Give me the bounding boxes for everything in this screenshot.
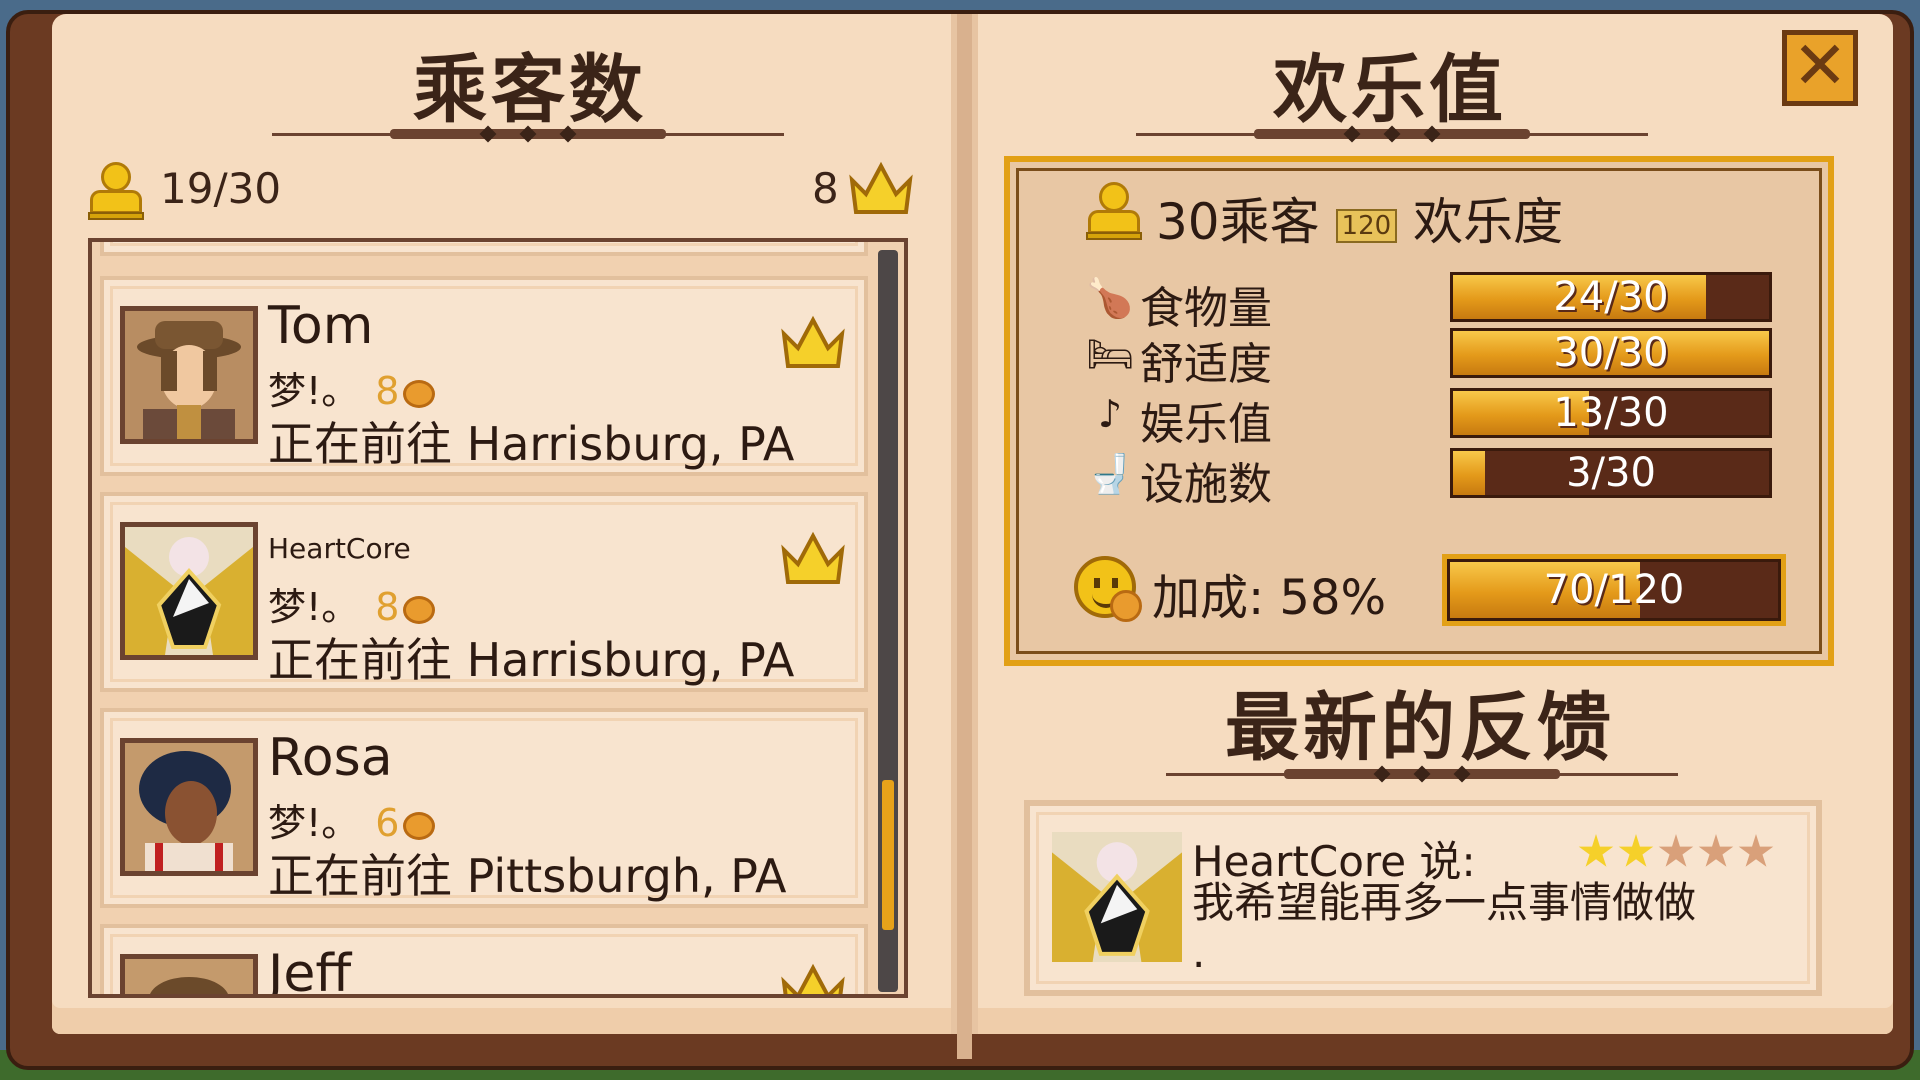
feedback-title: 最新的反馈	[1225, 685, 1615, 771]
passenger-name: Jeff	[268, 944, 352, 998]
feedback-divider	[1166, 765, 1678, 783]
vip-count: 8	[812, 164, 839, 213]
total-happiness-frame: 70/120	[1442, 554, 1786, 626]
passenger-card-tom[interactable]: Tom 梦!。 8 正在前往 Harrisburg, PA	[100, 276, 868, 476]
passenger-icon	[88, 162, 144, 222]
feedback-card: HeartCore 说: 我希望能再多一点事情做做 .	[1024, 800, 1822, 996]
passengers-title: 乘客数	[413, 47, 647, 133]
feedback-text: 我希望能再多一点事情做做 .	[1192, 878, 1697, 977]
star-filled-icon	[1618, 834, 1654, 867]
coin-icon	[403, 595, 436, 624]
title-divider	[1136, 125, 1648, 143]
portrait-heartcore	[120, 522, 258, 660]
close-button[interactable]: ✕	[1782, 30, 1858, 106]
smiley-coin-icon	[1074, 556, 1142, 622]
crown-icon	[781, 531, 845, 584]
destination-line: 正在前往 Pittsburgh, PA	[268, 849, 787, 903]
passenger-count: 19/30	[160, 164, 282, 213]
facilities-bar: 3/30	[1450, 448, 1772, 498]
scrollbar-thumb[interactable]	[882, 780, 894, 930]
happiness-summary: 30乘客 120 欢乐度	[1156, 193, 1564, 251]
total-happiness-bar: 70/120	[1447, 559, 1781, 621]
crown-icon	[781, 315, 845, 368]
list-scrollbar[interactable]	[878, 250, 898, 992]
crown-icon	[849, 161, 913, 214]
list-item[interactable]	[100, 242, 868, 256]
music-note-icon: ♪	[1097, 392, 1123, 436]
comfort-bar: 30/30	[1450, 328, 1772, 378]
star-empty-icon	[1658, 834, 1694, 867]
book-spine	[957, 14, 972, 1059]
bonus-label: 加成: 58%	[1152, 570, 1387, 626]
rating-stars	[1578, 834, 1778, 874]
portrait-rosa	[120, 738, 258, 876]
title-divider	[272, 125, 784, 143]
portrait-jeff	[120, 954, 258, 994]
passenger-list[interactable]: Tom 梦!。 8 正在前往 Harrisburg, PA HeartCore 梦…	[88, 238, 908, 998]
toilet-icon: 🚽	[1086, 452, 1134, 496]
mood-line: 梦!。 8	[268, 360, 436, 415]
star-filled-icon	[1578, 834, 1614, 867]
entertainment-bar: 13/30	[1450, 388, 1772, 438]
happiness-badge: 120	[1335, 208, 1398, 243]
passenger-card-rosa[interactable]: Rosa 梦!。 6 正在前往 Pittsburgh, PA	[100, 708, 868, 908]
destination-line: 正在前往 Harrisburg, PA	[268, 633, 795, 687]
crown-icon	[781, 963, 845, 994]
star-empty-icon	[1738, 834, 1774, 867]
passenger-name: Rosa	[268, 728, 393, 788]
coin-icon	[403, 811, 436, 840]
coin-icon	[403, 379, 436, 408]
passenger-card-heartcore[interactable]: HeartCore 梦!。 8 正在前往 Harrisburg, PA	[100, 492, 868, 692]
destination-line: 正在前往 Harrisburg, PA	[268, 417, 795, 471]
mood-line: 梦!。 6	[268, 792, 436, 847]
star-empty-icon	[1698, 834, 1734, 867]
portrait-heartcore	[1052, 832, 1182, 962]
portrait-tom	[120, 306, 258, 444]
passenger-name: Tom	[268, 296, 374, 356]
passenger-icon	[1086, 182, 1142, 242]
mood-line: 梦!。 8	[268, 576, 436, 631]
bed-icon: 🛏	[1086, 332, 1135, 376]
passenger-name: HeartCore	[268, 532, 411, 565]
happiness-panel: 30乘客 120 欢乐度 🍗 食物量 24/30 🛏 舒适度 30/30 ♪ 娱…	[1004, 156, 1834, 666]
happiness-title: 欢乐值	[1273, 47, 1507, 133]
food-bar: 24/30	[1450, 272, 1772, 322]
passenger-card-jeff[interactable]: Jeff	[100, 924, 868, 998]
drumstick-icon: 🍗	[1086, 276, 1134, 320]
